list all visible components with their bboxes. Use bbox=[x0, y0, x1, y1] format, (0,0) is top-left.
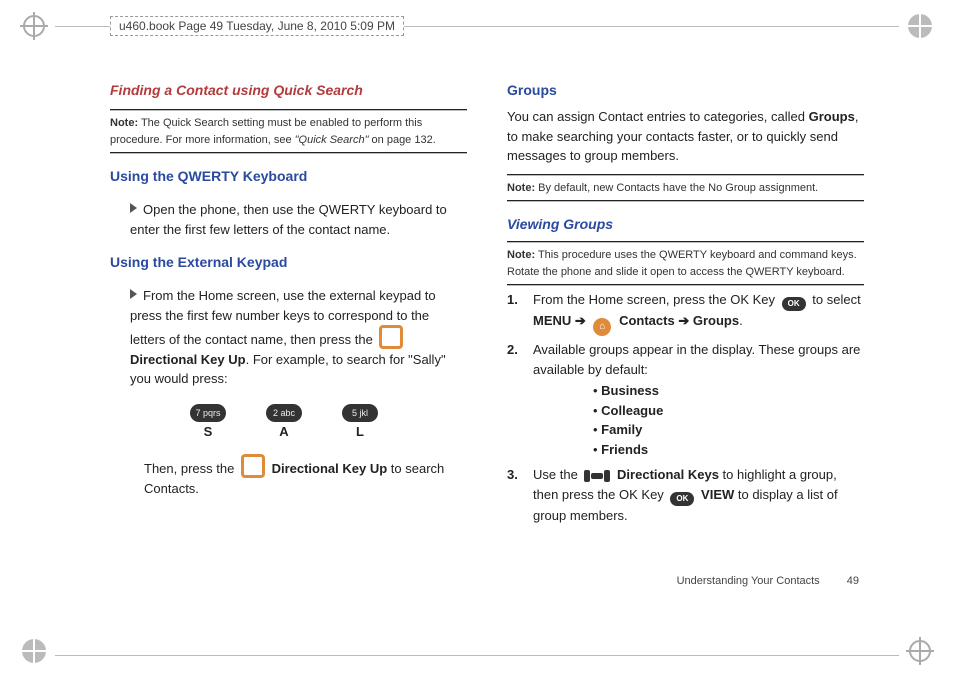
divider bbox=[507, 200, 864, 202]
bullet-arrow-icon bbox=[130, 289, 137, 299]
contacts-label: Contacts bbox=[619, 313, 675, 328]
qwerty-step: Open the phone, then use the QWERTY keyb… bbox=[130, 200, 467, 239]
note-no-group: Note: By default, new Contacts have the … bbox=[507, 180, 864, 197]
note-label: Note: bbox=[110, 117, 138, 129]
arrow-icon: ➔ bbox=[575, 313, 586, 328]
qwerty-step-text: Open the phone, then use the QWERTY keyb… bbox=[130, 202, 447, 237]
ok-key-icon: OK bbox=[782, 297, 806, 311]
key-letter-l: L bbox=[356, 424, 364, 439]
ext-step-2: Then, press the Directional Key Up to se… bbox=[144, 454, 467, 498]
crop-mark-bottom-left bbox=[20, 637, 48, 670]
bullet-arrow-icon bbox=[130, 203, 137, 213]
contacts-nav-icon: ⌂ bbox=[593, 318, 611, 336]
note-procedure-qwerty: Note: This procedure uses the QWERTY key… bbox=[507, 247, 864, 280]
heading-finding-contact: Finding a Contact using Quick Search bbox=[110, 80, 467, 101]
footer-section: Understanding Your Contacts bbox=[677, 575, 820, 587]
ext-step-2a: Then, press the bbox=[144, 461, 238, 476]
list-item: Friends bbox=[593, 440, 864, 460]
divider bbox=[110, 109, 467, 111]
step-1: 1. From the Home screen, press the OK Ke… bbox=[507, 290, 864, 336]
divider bbox=[110, 152, 467, 154]
group-colleague: Colleague bbox=[601, 403, 663, 418]
divider bbox=[507, 174, 864, 176]
phone-key-7: 7 pqrs bbox=[190, 404, 226, 422]
right-column: Groups You can assign Contact entries to… bbox=[507, 80, 864, 602]
key-letter-s: S bbox=[204, 424, 213, 439]
list-item: Family bbox=[593, 420, 864, 440]
phone-key-5: 5 jkl bbox=[342, 404, 378, 422]
group-friends: Friends bbox=[601, 442, 648, 457]
note-quick-search: Note: The Quick Search setting must be e… bbox=[110, 115, 467, 148]
ok-key-icon: OK bbox=[670, 492, 694, 506]
footer-page-number: 49 bbox=[847, 575, 859, 587]
list-item: Colleague bbox=[593, 401, 864, 421]
view-label: VIEW bbox=[701, 487, 734, 502]
heading-viewing-groups: Viewing Groups bbox=[507, 214, 864, 235]
footer-rule bbox=[55, 655, 899, 656]
keypad-example-row: 7 pqrs S 2 abc A 5 jkl L bbox=[190, 402, 467, 442]
default-groups-list: Business Colleague Family Friends bbox=[553, 381, 864, 459]
heading-using-external: Using the External Keypad bbox=[110, 252, 467, 273]
crop-mark-top-right bbox=[906, 12, 934, 45]
group-business: Business bbox=[601, 383, 659, 398]
directional-keys-icon bbox=[584, 470, 610, 482]
menu-label: MENU bbox=[533, 313, 571, 328]
crop-mark-bottom-right bbox=[906, 637, 934, 670]
directional-keys-label: Directional Keys bbox=[617, 467, 719, 482]
groups-bold: Groups bbox=[809, 109, 855, 124]
note-ref: "Quick Search" bbox=[295, 134, 369, 146]
page-footer: Understanding Your Contacts 49 bbox=[677, 575, 859, 587]
step-2-text: Available groups appear in the display. … bbox=[533, 342, 860, 377]
directional-key-icon bbox=[241, 454, 265, 478]
note-tail: on page 132. bbox=[368, 134, 435, 146]
note-text: This procedure uses the QWERTY keyboard … bbox=[507, 249, 857, 278]
phone-key-2: 2 abc bbox=[266, 404, 302, 422]
groups-intro: You can assign Contact entries to catego… bbox=[507, 107, 864, 166]
divider bbox=[507, 241, 864, 243]
divider bbox=[507, 284, 864, 286]
directional-key-icon bbox=[379, 325, 403, 349]
page-tag: u460.book Page 49 Tuesday, June 8, 2010 … bbox=[110, 16, 404, 36]
step-3: 3. Use the Directional Keys to highlight… bbox=[507, 465, 864, 525]
key-letter-a: A bbox=[279, 424, 288, 439]
directional-key-up-label-2: Directional Key Up bbox=[272, 461, 388, 476]
step-1a: From the Home screen, press the OK Key bbox=[533, 292, 779, 307]
heading-groups: Groups bbox=[507, 80, 864, 101]
crop-mark-top-left bbox=[20, 12, 48, 45]
period: . bbox=[739, 313, 743, 328]
note-label: Note: bbox=[507, 249, 535, 261]
step-number: 3. bbox=[507, 465, 525, 525]
heading-using-qwerty: Using the QWERTY Keyboard bbox=[110, 166, 467, 187]
step-1b: to select bbox=[809, 292, 861, 307]
step-number: 1. bbox=[507, 290, 525, 336]
arrow-icon: ➔ bbox=[678, 313, 689, 328]
ext-step-1: From the Home screen, use the external k… bbox=[130, 286, 467, 389]
list-item: Business bbox=[593, 381, 864, 401]
note-text: By default, new Contacts have the No Gro… bbox=[535, 182, 818, 194]
directional-key-up-label: Directional Key Up bbox=[130, 352, 246, 367]
groups-label: Groups bbox=[693, 313, 739, 328]
step-3a: Use the bbox=[533, 467, 581, 482]
note-label: Note: bbox=[507, 182, 535, 194]
step-2: 2. Available groups appear in the displa… bbox=[507, 340, 864, 461]
groups-intro-a: You can assign Contact entries to catego… bbox=[507, 109, 809, 124]
step-number: 2. bbox=[507, 340, 525, 461]
left-column: Finding a Contact using Quick Search Not… bbox=[110, 80, 467, 602]
group-family: Family bbox=[601, 422, 642, 437]
